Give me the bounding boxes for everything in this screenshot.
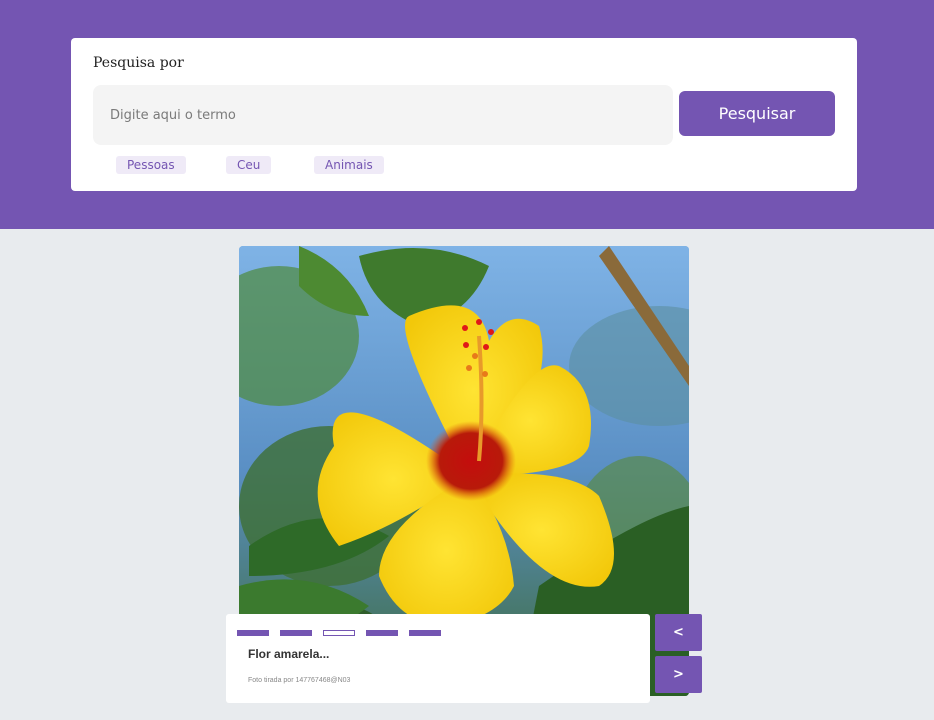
carousel-indicator-5[interactable] bbox=[409, 630, 441, 636]
next-button[interactable]: > bbox=[655, 656, 702, 693]
search-input[interactable] bbox=[93, 85, 673, 145]
caption-title: Flor amarela... bbox=[248, 647, 330, 661]
carousel-indicator-1[interactable] bbox=[237, 630, 269, 636]
search-card: Pesquisa por Pesquisar Pessoas Ceu Anima… bbox=[71, 38, 857, 191]
tag-pessoas[interactable]: Pessoas bbox=[116, 156, 186, 174]
caption-card: Flor amarela... Foto tirada por 14776746… bbox=[226, 614, 650, 703]
tag-animais[interactable]: Animais bbox=[314, 156, 384, 174]
carousel-indicator-4[interactable] bbox=[366, 630, 398, 636]
carousel-indicator-3[interactable] bbox=[323, 630, 355, 636]
tag-ceu[interactable]: Ceu bbox=[226, 156, 272, 174]
search-title: Pesquisa por bbox=[93, 55, 184, 71]
search-button[interactable]: Pesquisar bbox=[679, 91, 835, 136]
caption-credit: Foto tirada por 147767468@N03 bbox=[248, 677, 351, 684]
carousel-indicator-2[interactable] bbox=[280, 630, 312, 636]
header-band: Pesquisa por Pesquisar Pessoas Ceu Anima… bbox=[0, 0, 934, 229]
prev-button[interactable]: < bbox=[655, 614, 702, 651]
